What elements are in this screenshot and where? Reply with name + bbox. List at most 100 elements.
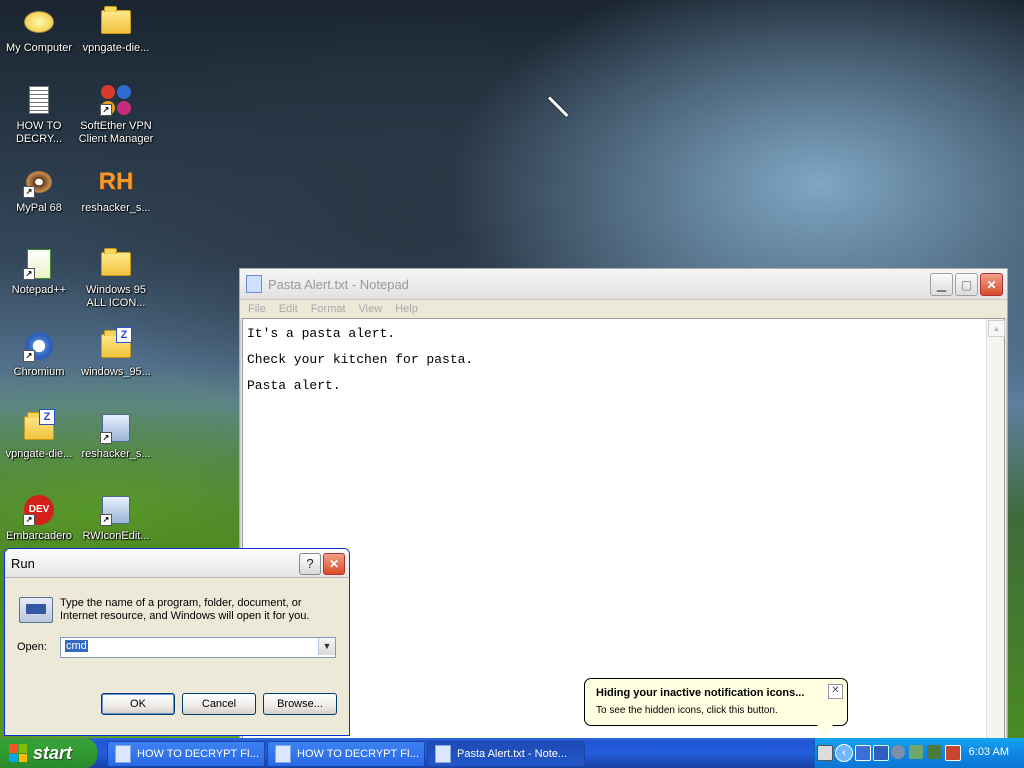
close-icon[interactable]: ✕	[828, 684, 843, 699]
system-tray: ‹ 6:03 AM	[814, 738, 1024, 768]
shortcut-arrow-icon: ↗	[23, 268, 35, 280]
start-button[interactable]: start	[0, 738, 97, 768]
notepad-window[interactable]: Pasta Alert.txt - Notepad ▁ ▢ ✕ File Edi…	[239, 268, 1008, 738]
zip-folder-icon: Z	[23, 409, 55, 444]
notepad-text-area[interactable]: It's a pasta alert. Check your kitchen f…	[242, 318, 1005, 738]
open-label: Open:	[17, 641, 47, 653]
taskbar-item-pasta-alert[interactable]: Pasta Alert.txt - Note...	[427, 741, 585, 767]
icon-label: Chromium	[13, 366, 65, 378]
icon-label: reshacker_s...	[81, 448, 151, 460]
task-label: HOW TO DECRYPT FI...	[137, 748, 260, 760]
notepad-titlebar[interactable]: Pasta Alert.txt - Notepad ▁ ▢ ✕	[240, 269, 1007, 300]
devcpp-icon: DEV ↗	[23, 494, 55, 526]
clock[interactable]: 6:03 AM	[969, 746, 1009, 758]
zip-folder-icon: Z	[100, 327, 132, 362]
keyboard-icon[interactable]	[817, 745, 833, 761]
desktop-icon-my-computer[interactable]: My Computer	[0, 6, 78, 55]
shortcut-arrow-icon: ↗	[23, 186, 35, 198]
run-dialog[interactable]: Run ? ✕ Type the name of a program, fold…	[4, 548, 350, 736]
desktop-icon-reshacker-folder[interactable]: RH reshacker_s...	[77, 166, 155, 215]
text-document-icon	[23, 84, 55, 116]
desktop-icon-how-to-decrypt[interactable]: HOW TO DECRY...	[0, 84, 78, 146]
scroll-up-icon[interactable]: ▲	[988, 320, 1005, 337]
desktop-icon-rwiconedit[interactable]: ↗ RWIconEdit...	[77, 494, 155, 543]
icon-label: My Computer	[5, 42, 73, 54]
desktop-icon-embarcadero[interactable]: DEV ↗ Embarcadero	[0, 494, 78, 543]
menu-view[interactable]: View	[359, 303, 383, 315]
desktop-icon-softether[interactable]: ↗ SoftEther VPN Client Manager	[77, 84, 155, 146]
icon-label: HOW TO DECRY...	[15, 120, 63, 145]
icon-label: vpngate-die...	[82, 42, 150, 54]
menu-file[interactable]: File	[248, 303, 266, 315]
vertical-scrollbar[interactable]: ▲	[986, 319, 1005, 738]
show-hidden-icons-chevron-icon[interactable]: ‹	[835, 744, 853, 762]
security-icon[interactable]	[891, 745, 905, 759]
vpn-icon[interactable]	[927, 745, 941, 759]
softether-tray-icon[interactable]	[945, 745, 961, 761]
minimize-button[interactable]: ▁	[930, 273, 953, 296]
icon-label: reshacker_s...	[81, 202, 151, 214]
icon-label: Embarcadero	[5, 530, 73, 542]
icon-label: vpngate-die...	[5, 448, 73, 460]
desktop: My Computer HOW TO DECRY... ↗ MyPal 68 ↗…	[0, 0, 1024, 738]
chromium-icon: ↗	[23, 330, 55, 362]
mypal-browser-icon: ↗	[23, 166, 55, 198]
menu-help[interactable]: Help	[395, 303, 418, 315]
notepadpp-icon: ↗	[23, 248, 55, 280]
desktop-icon-mypal[interactable]: ↗ MyPal 68	[0, 166, 78, 215]
desktop-icon-win95-icons[interactable]: Windows 95 ALL ICON...	[77, 248, 155, 310]
icon-label: MyPal 68	[16, 202, 62, 214]
run-titlebar[interactable]: Run ? ✕	[5, 549, 349, 578]
text-line: Check your kitchen for pasta.	[247, 352, 474, 367]
menu-format[interactable]: Format	[311, 303, 346, 315]
notepad-app-icon[interactable]	[246, 275, 262, 293]
mouse-cursor	[547, 96, 569, 117]
shortcut-arrow-icon: ↗	[100, 104, 112, 116]
close-button[interactable]: ✕	[980, 273, 1003, 296]
desktop-icon-vpngate-zip[interactable]: Z vpngate-die...	[0, 409, 78, 461]
desktop-icon-chromium[interactable]: ↗ Chromium	[0, 330, 78, 379]
network-icon[interactable]	[873, 745, 889, 761]
computer-icon	[23, 6, 55, 38]
ok-button[interactable]: OK	[101, 693, 175, 715]
text-line: It's a pasta alert.	[247, 326, 396, 341]
installer-icon: ↗	[100, 494, 132, 526]
folder-icon	[100, 6, 132, 38]
desktop-icon-windows95-zip[interactable]: Z windows_95...	[77, 327, 155, 379]
notepad-title: Pasta Alert.txt - Notepad	[268, 276, 409, 292]
menu-edit[interactable]: Edit	[279, 303, 298, 315]
desktop-icon-vpngate-folder[interactable]: vpngate-die...	[77, 6, 155, 55]
run-icon	[19, 597, 53, 623]
icon-label: RWIconEdit...	[82, 530, 150, 542]
desktop-icon-notepadpp[interactable]: ↗ Notepad++	[0, 248, 78, 297]
help-button[interactable]: ?	[299, 553, 321, 575]
start-label: start	[33, 742, 73, 763]
icon-label: windows_95...	[81, 366, 151, 378]
balloon-body: To see the hidden icons, click this butt…	[596, 705, 778, 716]
windows-logo-icon	[9, 744, 27, 762]
notepad-app-icon	[275, 745, 291, 763]
maximize-button[interactable]: ▢	[955, 273, 978, 296]
open-input-value[interactable]: cmd	[65, 640, 88, 652]
chevron-down-icon[interactable]: ▼	[318, 638, 335, 655]
connection-icon[interactable]	[909, 745, 923, 759]
softether-icon: ↗	[100, 84, 132, 116]
notification-balloon[interactable]: Hiding your inactive notification icons.…	[584, 678, 848, 737]
icon-label: Notepad++	[11, 284, 67, 296]
notepad-app-icon	[115, 745, 131, 763]
task-label: Pasta Alert.txt - Note...	[457, 748, 568, 760]
desktop-icon-reshacker-setup[interactable]: ↗ reshacker_s...	[77, 412, 155, 461]
icon-label: Windows 95 ALL ICON...	[86, 284, 146, 309]
task-label: HOW TO DECRYPT FI...	[297, 748, 420, 760]
taskbar-item-how-to-decrypt-1[interactable]: HOW TO DECRYPT FI...	[107, 741, 265, 767]
balloon-title: Hiding your inactive notification icons.…	[596, 687, 805, 699]
open-combobox[interactable]: cmd ▼	[60, 637, 336, 658]
close-button[interactable]: ✕	[323, 553, 345, 575]
browse-button[interactable]: Browse...	[263, 693, 337, 715]
network-disconnected-icon[interactable]	[855, 745, 871, 761]
installer-icon: ↗	[100, 412, 132, 444]
run-title: Run	[11, 555, 35, 571]
cancel-button[interactable]: Cancel	[182, 693, 256, 715]
taskbar: start HOW TO DECRYPT FI... HOW TO DECRYP…	[0, 738, 1024, 768]
taskbar-item-how-to-decrypt-2[interactable]: HOW TO DECRYPT FI...	[267, 741, 425, 767]
